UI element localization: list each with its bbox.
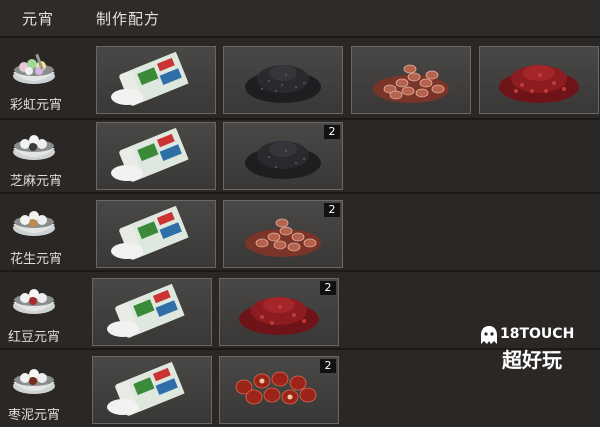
ingredient-slot-peanuts[interactable]: 2 xyxy=(223,200,343,268)
flour-bag-icon xyxy=(111,205,189,260)
ingredient-slot-flour[interactable] xyxy=(96,200,216,268)
red-bean-tangyuan-bowl-icon xyxy=(13,289,55,314)
ingredient-slot-peanuts[interactable] xyxy=(351,46,471,114)
peanuts-icon xyxy=(373,64,449,103)
recipe-name: 枣泥元宵 xyxy=(8,408,61,423)
ingredient-slot-red-beans[interactable] xyxy=(479,46,599,114)
flour-bag-icon xyxy=(111,51,189,106)
recipe-name: 红豆元宵 xyxy=(8,330,61,345)
flour-bag-icon xyxy=(107,361,185,416)
table-header: 元宵 制作配方 xyxy=(0,0,600,36)
black-sesame-icon xyxy=(245,65,321,103)
recipe-row-peanut[interactable]: 花生元宵 2 xyxy=(0,194,600,270)
recipe-row-rainbow[interactable]: 彩虹元宵 xyxy=(0,38,600,120)
flour-bag-icon xyxy=(107,283,185,338)
ingredient-slot-flour[interactable] xyxy=(92,278,212,346)
red-beans-icon xyxy=(499,65,579,103)
ingredient-slot-flour[interactable] xyxy=(92,356,212,424)
18touch-watermark-logo: 18TOUCH 超好玩 xyxy=(478,320,596,372)
recipe-row-sesame[interactable]: 芝麻元宵 2 xyxy=(0,120,600,194)
date-paste-tangyuan-bowl-icon xyxy=(13,369,55,394)
ingredient-slot-red-dates[interactable]: 2 xyxy=(219,356,339,424)
ingredient-slot-flour[interactable] xyxy=(96,122,216,190)
ingredient-count-badge: 2 xyxy=(320,359,336,373)
ingredient-slot-flour[interactable] xyxy=(96,46,216,114)
watermark-line-1: 18TOUCH xyxy=(500,326,575,342)
ingredient-slot-black-sesame[interactable]: 2 xyxy=(223,122,343,190)
column-header-recipe: 制作配方 xyxy=(96,10,161,28)
ingredient-slot-black-sesame[interactable] xyxy=(223,46,343,114)
ingredient-count-badge: 2 xyxy=(324,125,340,139)
ghost-logo-icon xyxy=(481,326,497,344)
column-header-tangyuan: 元宵 xyxy=(22,10,55,28)
recipe-name: 彩虹元宵 xyxy=(10,98,63,113)
rainbow-tangyuan-bowl-icon xyxy=(13,53,55,84)
ingredient-count-badge: 2 xyxy=(324,203,340,217)
sesame-tangyuan-bowl-icon xyxy=(13,135,55,160)
peanut-tangyuan-bowl-icon xyxy=(13,211,55,236)
ingredient-slot-red-beans[interactable]: 2 xyxy=(219,278,339,346)
watermark-line-2: 超好玩 xyxy=(502,348,562,372)
recipe-name: 芝麻元宵 xyxy=(10,174,63,189)
ingredient-count-badge: 2 xyxy=(320,281,336,295)
recipe-name: 花生元宵 xyxy=(10,252,63,267)
flour-bag-icon xyxy=(111,127,189,182)
